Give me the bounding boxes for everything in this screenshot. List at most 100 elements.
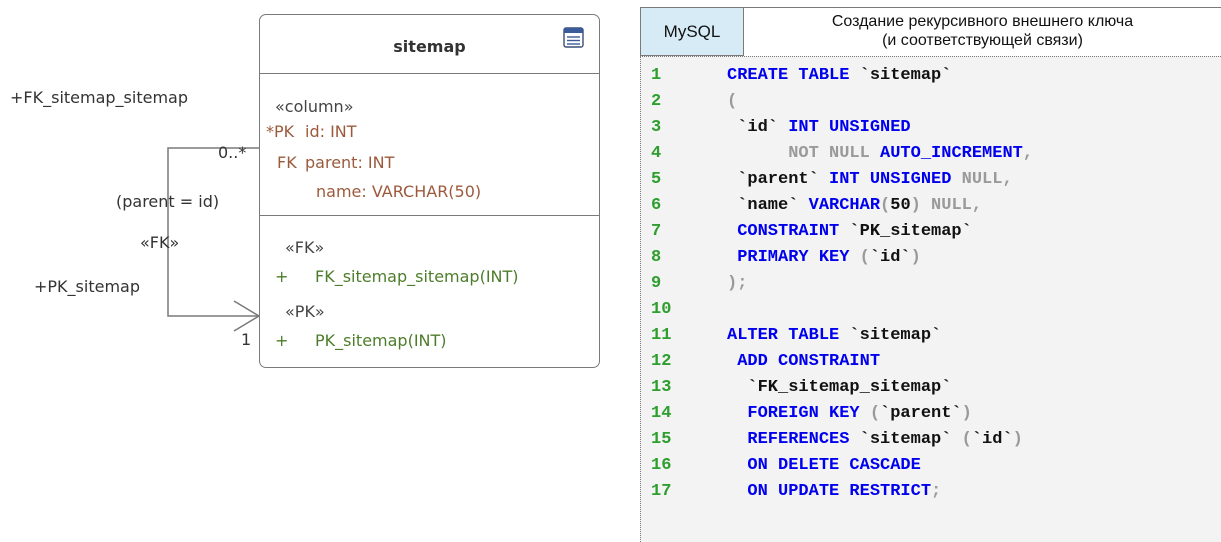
code-token: `sitemap` xyxy=(849,430,952,449)
code-text: ); xyxy=(727,271,747,297)
code-text: NOT NULL AUTO_INCREMENT, xyxy=(727,141,1033,167)
code-token: INT UNSIGNED xyxy=(818,170,952,189)
code-token: 50 xyxy=(890,196,911,215)
pk-operation-sign: + xyxy=(275,331,289,350)
code-token: FOREIGN KEY xyxy=(727,404,860,423)
code-token: ON UPDATE RESTRICT xyxy=(727,482,932,501)
line-number: 11 xyxy=(651,326,672,345)
code-token: `parent` xyxy=(880,404,962,423)
fk-operation-sign: + xyxy=(275,267,289,286)
code-text: ON UPDATE RESTRICT; xyxy=(727,479,941,505)
column-id[interactable]: id: INT xyxy=(305,122,357,141)
code-text: `name` VARCHAR(50) NULL, xyxy=(727,193,982,219)
line-number: 9 xyxy=(651,274,662,293)
line-number: 2 xyxy=(651,92,662,111)
entity-title: sitemap xyxy=(393,37,466,56)
code-text: ALTER TABLE `sitemap` xyxy=(727,323,941,349)
code-token: ( xyxy=(727,92,738,111)
code-token: CONSTRAINT xyxy=(727,222,840,241)
line-number: 12 xyxy=(651,352,672,371)
code-token: AUTO_INCREMENT xyxy=(869,144,1023,163)
relation-stereotype: «FK» xyxy=(140,233,180,252)
line-number: 10 xyxy=(651,300,672,319)
line-number: 7 xyxy=(651,222,662,241)
line-number: 3 xyxy=(651,118,662,137)
pk-operation[interactable]: PK_sitemap(INT) xyxy=(315,331,447,350)
code-token: CREATE TABLE xyxy=(727,66,850,85)
line-number: 1 xyxy=(651,66,662,85)
language-tab: MySQL xyxy=(640,7,744,56)
code-text: PRIMARY KEY (`id`) xyxy=(727,245,921,271)
column-name[interactable]: name: VARCHAR(50) xyxy=(316,182,481,201)
code-token: ) xyxy=(910,248,921,267)
code-token: ; xyxy=(931,482,942,501)
code-text: CREATE TABLE `sitemap` xyxy=(727,63,951,89)
code-token: ); xyxy=(727,274,748,293)
code-token: ) xyxy=(961,404,972,423)
uml-diagram: sitemap «column» *PK id: INT FK parent: … xyxy=(0,0,620,542)
code-token: REFERENCES xyxy=(727,430,850,449)
code-token: ( xyxy=(849,248,870,267)
line-number: 15 xyxy=(651,430,672,449)
code-token: `id` xyxy=(869,248,911,267)
code-token: ) xyxy=(1012,430,1023,449)
line-number: 4 xyxy=(651,144,662,163)
line-number: 6 xyxy=(651,196,662,215)
code-token: `sitemap` xyxy=(849,66,952,85)
divider xyxy=(260,73,599,74)
code-token: NULL, xyxy=(951,170,1013,189)
code-token: ( xyxy=(880,196,891,215)
relation-condition: (parent = id) xyxy=(116,192,220,211)
code-token: `name` xyxy=(727,196,799,215)
code-block: 1 CREATE TABLE `sitemap` 2 (3 `id` INT UNSI… xyxy=(640,56,1221,542)
code-token: NULL, xyxy=(920,196,983,215)
code-text: `parent` INT UNSIGNED NULL, xyxy=(727,167,1013,193)
line-number: 13 xyxy=(651,378,672,397)
code-token: , xyxy=(1022,144,1034,163)
code-text: `id` INT UNSIGNED xyxy=(727,115,911,141)
caption-line-2: (и соответствующей связи) xyxy=(882,32,1083,49)
source-multiplicity: 0..* xyxy=(218,143,247,162)
source-role-label: +FK_sitemap_sitemap xyxy=(10,88,188,107)
column-stereotype: «column» xyxy=(275,97,354,116)
code-token: PRIMARY KEY xyxy=(727,248,850,267)
line-number: 5 xyxy=(651,170,662,189)
column-marker-pk: *PK xyxy=(266,122,295,141)
code-token: ALTER TABLE xyxy=(727,326,840,345)
code-token: ADD CONSTRAINT xyxy=(727,352,881,371)
caption-line-1: Создание рекурсивного внешнего ключа xyxy=(831,13,1134,30)
code-token: INT UNSIGNED xyxy=(778,118,911,137)
code-text: REFERENCES `sitemap` (`id`) xyxy=(727,427,1023,453)
fk-stereotype: «FK» xyxy=(285,238,325,257)
code-token: NOT NULL xyxy=(727,144,870,163)
code-text: CONSTRAINT `PK_sitemap` xyxy=(727,219,972,245)
fk-operation[interactable]: FK_sitemap_sitemap(INT) xyxy=(315,267,519,286)
listing-caption: Создание рекурсивного внешнего ключа (и … xyxy=(744,7,1221,56)
code-token: ) xyxy=(910,196,921,215)
code-token: ( xyxy=(859,404,881,423)
code-text: `FK_sitemap_sitemap` xyxy=(727,375,951,401)
divider xyxy=(260,215,599,216)
column-marker-fk: FK xyxy=(277,153,297,172)
code-token: `id` xyxy=(971,430,1013,449)
line-number: 8 xyxy=(651,248,662,267)
code-token: ON DELETE CASCADE xyxy=(727,456,921,475)
code-token: `sitemap` xyxy=(839,326,942,345)
sql-listing: MySQL Создание рекурсивного внешнего клю… xyxy=(640,7,1221,542)
code-token: `parent` xyxy=(727,170,819,189)
table-icon xyxy=(563,27,584,48)
code-text: FOREIGN KEY (`parent`) xyxy=(727,401,972,427)
code-text: ON DELETE CASCADE xyxy=(727,453,921,479)
code-token: `FK_sitemap_sitemap` xyxy=(727,378,952,397)
code-text: ( xyxy=(727,89,737,115)
code-token: `id` xyxy=(727,118,779,137)
target-role-label: +PK_sitemap xyxy=(34,277,140,296)
pk-stereotype: «PK» xyxy=(285,302,325,321)
target-multiplicity: 1 xyxy=(241,330,252,349)
column-parent[interactable]: parent: INT xyxy=(305,153,394,172)
code-token: `PK_sitemap` xyxy=(839,222,972,241)
line-number: 17 xyxy=(651,482,672,501)
code-token: ( xyxy=(951,430,972,449)
line-number: 14 xyxy=(651,404,672,423)
code-token: VARCHAR xyxy=(798,196,881,215)
